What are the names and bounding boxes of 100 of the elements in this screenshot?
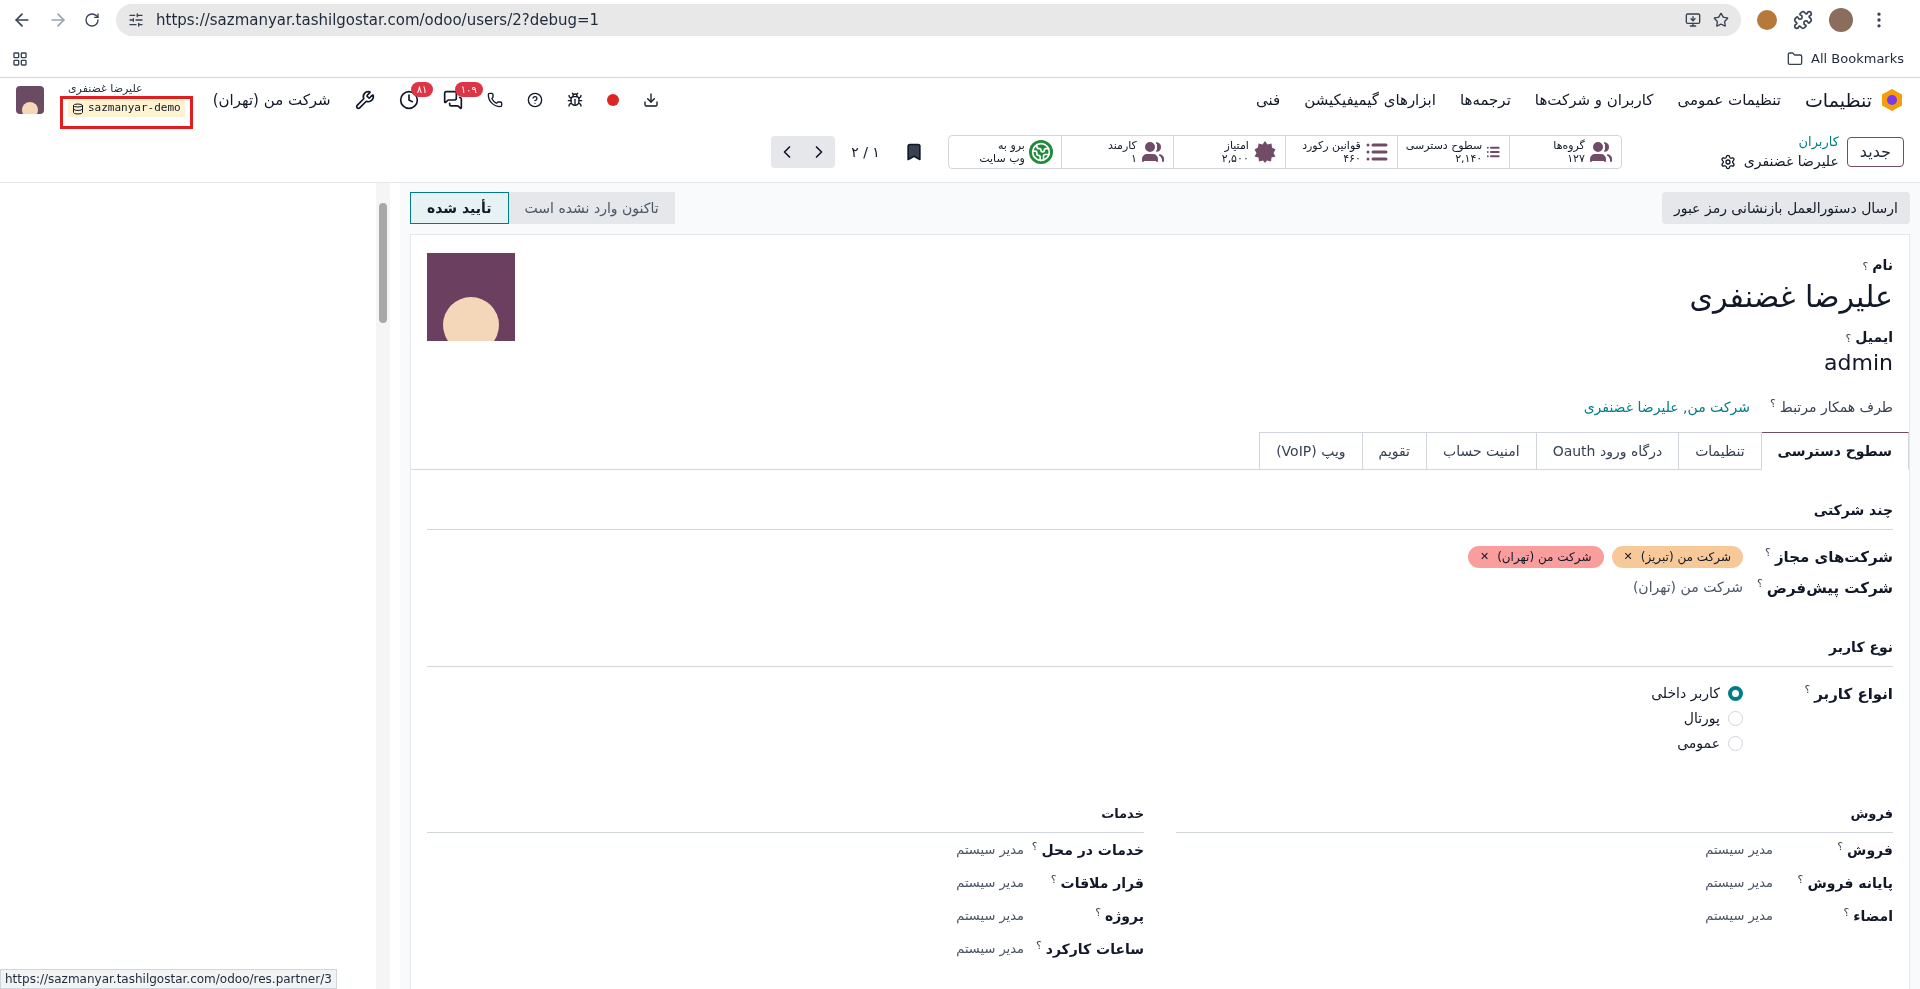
nav-menu-item[interactable]: کاربران و شرکت‌ها	[1534, 88, 1654, 112]
section-title: خدمات	[427, 804, 1144, 833]
nav-menu-item[interactable]: ترجمه‌ها	[1459, 88, 1511, 112]
scrollbar[interactable]	[376, 183, 390, 989]
reload-icon[interactable]	[84, 12, 100, 28]
user-name-title[interactable]: علیرضا غضنفری	[1689, 277, 1893, 317]
site-info-icon[interactable]	[128, 12, 144, 28]
radio-label[interactable]: کاربر داخلی	[1651, 683, 1720, 704]
new-button[interactable]: جدید	[1846, 137, 1904, 167]
help-mark[interactable]: ؟	[1765, 546, 1771, 559]
message-count-badge: ۱۰۹	[454, 82, 483, 97]
field-value[interactable]: مدیر سیستم	[1705, 906, 1773, 926]
install-icon[interactable]	[1685, 12, 1701, 28]
field-label: خدمات در محل	[1041, 840, 1144, 860]
record-icon[interactable]	[606, 94, 619, 106]
smart-button-value: وب سایت	[979, 152, 1025, 165]
help-mark[interactable]: ؟	[1845, 332, 1852, 345]
field-label: انواع کاربر	[1814, 684, 1893, 705]
download-icon[interactable]	[642, 92, 659, 108]
smart-button[interactable]: امتیاز ۲,۵۰۰	[1172, 136, 1285, 168]
form-tab[interactable]: سطوح دسترسی	[1760, 432, 1909, 470]
database-badge: sazmanyar-demo	[68, 100, 185, 117]
radio-label[interactable]: پورتال	[1683, 708, 1720, 729]
field-value[interactable]: مدیر سیستم	[956, 873, 1024, 893]
partner-link[interactable]: شرکت من, علیرضا غضنفری	[1583, 397, 1750, 418]
breadcrumb-link[interactable]: کاربران	[1719, 131, 1839, 152]
smart-button-label: سطوح دسترسی	[1405, 139, 1483, 152]
avatar[interactable]	[427, 253, 515, 341]
users-icon	[1588, 140, 1613, 164]
email-value[interactable]: admin	[1824, 349, 1893, 377]
user-name[interactable]: علیرضا غضنفری	[68, 83, 143, 96]
company-tag[interactable]: شرکت من (تهران) ✕	[1467, 546, 1604, 569]
help-mark[interactable]: ؟	[1797, 872, 1804, 886]
field-value[interactable]: مدیر سیستم	[1705, 873, 1773, 893]
smart-button[interactable]: سطوح دسترسی ۲,۱۴۰	[1396, 136, 1509, 168]
smart-button-label: امتیاز	[1224, 139, 1249, 152]
pager-value: ۱ / ۲	[851, 142, 880, 162]
help-mark[interactable]: ؟	[1095, 905, 1101, 919]
field-value[interactable]: مدیر سیستم	[956, 906, 1024, 926]
help-mark[interactable]: ؟	[1837, 839, 1844, 853]
company-tag[interactable]: شرکت من (تبریز) ✕	[1611, 546, 1743, 569]
smart-button[interactable]: کارمند ۱	[1060, 136, 1173, 168]
smart-button[interactable]: قوانین رکورد ۴۶۰	[1284, 136, 1397, 168]
app-logo-icon[interactable]	[1880, 88, 1904, 112]
remove-tag-icon[interactable]: ✕	[1479, 549, 1490, 566]
field-label: شرکت‌های مجاز	[1774, 547, 1893, 568]
phone-icon[interactable]	[486, 92, 503, 108]
form-tab[interactable]: تنظیمات	[1678, 432, 1762, 470]
field-value[interactable]: مدیر سیستم	[956, 939, 1024, 959]
help-mark[interactable]: ؟	[1050, 872, 1057, 886]
bookmark-star-icon[interactable]	[1713, 12, 1729, 28]
chat-icon[interactable]	[442, 90, 463, 110]
help-mark[interactable]: ؟	[1031, 839, 1038, 853]
help-mark[interactable]: ؟	[1035, 938, 1042, 952]
radio-label[interactable]: عمومی	[1677, 733, 1720, 754]
help-mark[interactable]: ؟	[1770, 397, 1776, 410]
wrench-icon[interactable]	[354, 90, 375, 110]
help-mark[interactable]: ؟	[1862, 260, 1869, 273]
status-step[interactable]: تاکنون وارد نشده است	[508, 192, 675, 224]
form-tab[interactable]: ویپ (VoIP)	[1259, 432, 1363, 470]
smart-button-value: ۴۶۰	[1343, 152, 1361, 165]
url-text: https://sazmanyar.tashilgostar.com/odoo/users/2?debug=1	[156, 9, 601, 31]
user-avatar[interactable]	[16, 86, 44, 114]
bug-icon[interactable]	[566, 92, 583, 108]
help-icon[interactable]	[526, 92, 543, 108]
bookmarks-link[interactable]: All Bookmarks	[1811, 48, 1904, 69]
reset-password-button[interactable]: ارسال دستورالعمل بازنشانی رمز عبور	[1661, 192, 1910, 224]
nav-menu-item[interactable]: ابزارهای گیمیفیکیشن	[1304, 88, 1436, 112]
apps-icon[interactable]	[12, 50, 28, 67]
field-label: امضاء	[1853, 906, 1893, 926]
field-label: طرف همکار مرتبط	[1779, 398, 1893, 418]
profile-avatar[interactable]	[1829, 8, 1853, 32]
field-value[interactable]: مدیر سیستم	[956, 840, 1024, 860]
field-label: پروژه	[1105, 906, 1144, 927]
field-value[interactable]: شرکت من (تهران)	[1632, 577, 1743, 599]
gear-icon[interactable]	[1719, 153, 1736, 170]
help-mark[interactable]: ؟	[1804, 683, 1811, 696]
smart-button[interactable]: گروه‌ها ۱۲۷	[1508, 136, 1621, 168]
smart-button-label: گروه‌ها	[1553, 139, 1585, 152]
help-mark[interactable]: ؟	[1843, 905, 1850, 919]
extensions-icon[interactable]	[1793, 10, 1813, 30]
address-bar[interactable]: https://sazmanyar.tashilgostar.com/odoo/users/2?debug=1	[116, 4, 1741, 36]
folder-icon	[1787, 50, 1804, 67]
section-title: نوع کاربر	[427, 637, 1893, 667]
smart-button[interactable]: برو به وب سایت	[948, 136, 1061, 168]
help-mark[interactable]: ؟	[1756, 576, 1763, 590]
smart-button-value: ۱۲۷	[1567, 152, 1585, 165]
radio-button[interactable]	[1728, 686, 1743, 701]
field-label: قرار ملاقات	[1060, 873, 1144, 894]
status-step[interactable]: تأیید شده	[410, 192, 509, 224]
company-switcher[interactable]: شرکت من (تهران)	[212, 88, 331, 112]
nav-menu-item[interactable]: فنی	[1256, 88, 1281, 112]
status-url-tooltip: https://sazmanyar.tashilgostar.com/odoo/res.partner/3	[0, 969, 337, 989]
field-label: ساعات کارکرد	[1045, 939, 1144, 960]
remove-tag-icon[interactable]: ✕	[1623, 549, 1633, 566]
app-name[interactable]: تنظیمات	[1805, 85, 1872, 115]
field-label: نام	[1872, 257, 1893, 273]
field-value[interactable]: مدیر سیستم	[1705, 840, 1773, 860]
nav-menu-item[interactable]: تنظیمات عمومی	[1677, 88, 1781, 112]
clock-icon[interactable]	[398, 90, 419, 110]
